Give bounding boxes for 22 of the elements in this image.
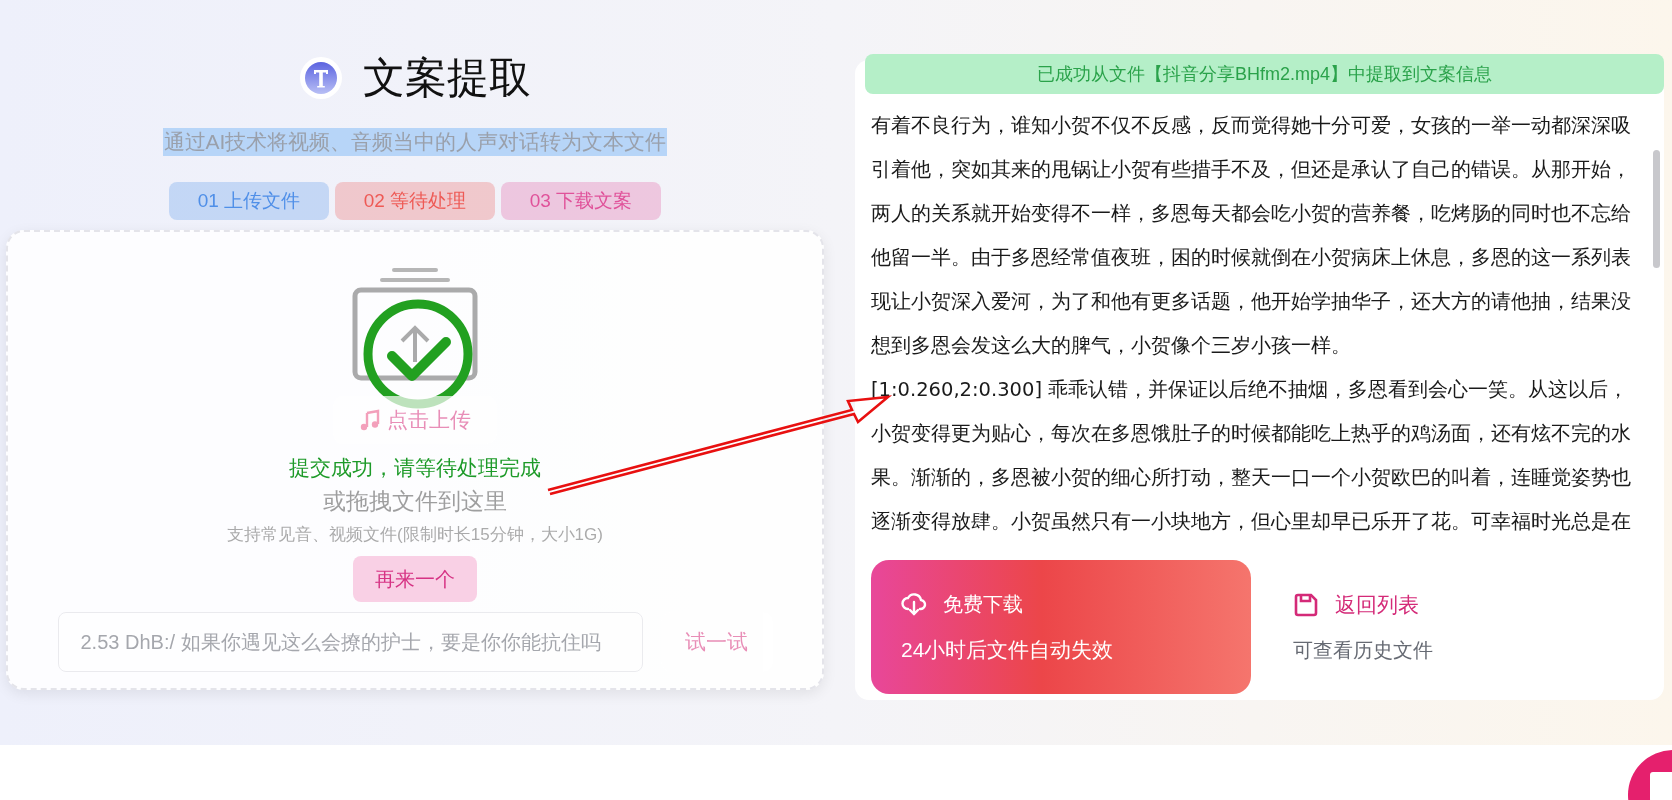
back-to-list-button[interactable]: 返回列表 可查看历史文件 xyxy=(1291,560,1433,694)
cloud-download-icon xyxy=(901,591,927,617)
support-hint: 支持常见音、视频文件(限制时长15分钟，大小1G) xyxy=(227,524,603,546)
drag-hint: 或拖拽文件到这里 xyxy=(323,487,507,516)
page-title: 文案提取 xyxy=(363,53,531,103)
save-icon xyxy=(1293,591,1319,618)
scrollbar[interactable] xyxy=(1653,150,1660,268)
logo-icon xyxy=(299,56,343,100)
upload-tray-icon xyxy=(352,266,478,382)
page-subtitle: 通过AI技术将视频、音频当中的人声对话转为文本文件 xyxy=(162,128,668,156)
download-button[interactable]: 免费下载 24小时后文件自动失效 xyxy=(871,560,1251,694)
step-label: 01 上传文件 xyxy=(169,182,329,220)
transcript-paragraph: [1:0.260,2:0.300] 乖乖认错，并保证以后绝不抽烟，多恩看到会心一笑。从这以后，小贺变得更为贴心，每次在多恩饿肚子的时候都能吃上热乎的鸡汤面，还有炫不完的水果。渐渐的，多恩被小贺的细心所打动，整天一口一个小贺欧巴的叫着，连睡觉姿势也逐渐变得放肆。小贺虽然只有一小块地方，但心里却早已乐开了花。可幸福时光总是在 xyxy=(871,377,1632,535)
music-note-icon xyxy=(359,409,381,431)
transcript-paragraph: 有着不良行为，谁知小贺不仅不反感，反而觉得她十分可爱，女孩的一举一动都深深吸引着他，突如其来的甩锅让小贺有些措手不及，但还是承认了自己的错误。从那开始，两人的关系就开始变得不一样，多恩每天都会吃小贺的营养餐，吃烤肠的同时也不忘给他留一半。由于多恩经常值夜班，困的时候就倒在小贺病床上休息，多恩的这一系列表现让小贺深入爱河，为了和他有更多话题，他开始学抽华子，还大方的请他抽，结果没想到多恩会发这么大的脾气，小贺像个三岁小孩一样。 xyxy=(871,113,1632,359)
retry-button[interactable]: 再来一个 xyxy=(353,556,477,602)
step-label: 03 下载文案 xyxy=(501,182,661,220)
success-banner: 已成功从文件【抖音分享BHfm2.mp4】中提取到文案信息 xyxy=(865,54,1664,94)
link-input-field[interactable]: 2.53 DhB:/ 如果你遇见这么会撩的护士，要是你你能抗住吗 xyxy=(57,612,643,672)
step-label: 02 等待处理 xyxy=(335,182,495,220)
success-check-icon xyxy=(362,298,474,410)
success-message: 提交成功，请等待处理完成 xyxy=(289,455,541,481)
